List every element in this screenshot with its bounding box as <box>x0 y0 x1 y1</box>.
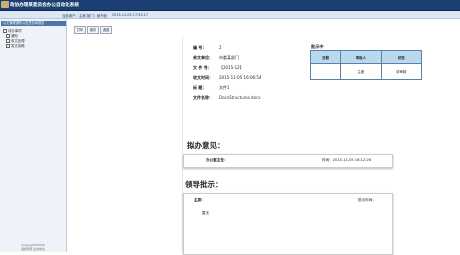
field-source-unit: 来文单位： 市委某部门 <box>193 55 239 61</box>
field-file-name: 文件名称： DocxStructures.docx <box>193 95 261 101</box>
table-row: 主席 待审核 <box>309 63 423 80</box>
cell-status: 待审核 <box>380 63 423 80</box>
field-label: 文件名称： <box>193 95 213 100</box>
leader-box: 主席： 批示时间： 暂无 <box>183 193 393 255</box>
opinion-time: 时间：2015-11-05 16:12:26 <box>322 158 371 162</box>
leader-hint: 批示时间： <box>358 198 376 202</box>
toolbar: 打印 保存 返回 <box>67 23 460 34</box>
back-button[interactable]: 返回 <box>100 26 112 34</box>
field-value: 2015-11-05 16:06:54 <box>219 75 262 80</box>
attachment-link[interactable]: DocxStructures.docx <box>219 95 261 100</box>
opinion-box: 办公室主任： 时间：2015-11-05 16:12:26 <box>183 154 393 168</box>
cell-approver: 主席 <box>340 63 382 80</box>
opinion-title: 拟办意见： <box>187 141 225 150</box>
emblem-icon <box>1 1 9 8</box>
field-subject: 标 题： 文件1 <box>193 85 230 91</box>
copyright-owner: 版权所有 主办单位 <box>21 247 45 251</box>
opinion-label: 办公室主任： <box>206 158 228 162</box>
sidebar: 公文管理通知公告签名和报告 待办事项 通知 收文处理 发文拟稿 Copyrigh… <box>0 19 67 252</box>
field-label: 收文时间： <box>193 75 213 80</box>
status-bar: 当前用户：主席 部门：秘书处 2015-11-05 17:33:17 <box>0 11 460 19</box>
col-status: 状态 <box>380 50 423 64</box>
print-button[interactable]: 打印 <box>74 26 86 34</box>
leader-label: 主席： <box>194 198 205 202</box>
user-info: 当前用户：主席 部门：秘书处 <box>62 13 108 18</box>
leader-title: 领导批示： <box>185 180 223 189</box>
main-content: 打印 保存 返回 编 号： 2 来文单位： 市委某部门 文 件 号： 【2015-12… <box>67 19 460 255</box>
page-icon <box>6 44 10 48</box>
field-value: 【2015-12】 <box>219 65 244 70</box>
title-bar: 政协办理某委员会办公自动化系统 <box>0 0 460 11</box>
current-date: 2015-11-05 17:33:17 <box>112 12 149 17</box>
col-date: 日期 <box>309 50 342 64</box>
field-label: 来文单位： <box>193 55 213 60</box>
app-title: 政协办理某委员会办公自动化系统 <box>10 3 79 8</box>
field-receive-time: 收文时间： 2015-11-05 16:06:54 <box>193 75 261 81</box>
approval-table: 日期 审批人 状态 主席 待审核 <box>309 50 423 80</box>
field-number: 编 号： 2 <box>193 45 222 51</box>
field-doc-number: 文 件 号： 【2015-12】 <box>193 65 244 71</box>
col-approver: 审批人 <box>340 50 382 64</box>
document-panel: 编 号： 2 来文单位： 市委某部门 文 件 号： 【2015-12】 收文时间： 20… <box>182 37 460 255</box>
sidebar-header[interactable]: 公文管理通知公告签名和报告 <box>1 21 66 26</box>
cell-date <box>309 63 342 80</box>
save-button[interactable]: 保存 <box>87 26 99 34</box>
sidebar-item-label: 发文拟稿 <box>11 44 25 48</box>
field-value: 2 <box>219 45 222 50</box>
field-label: 编 号： <box>193 45 207 50</box>
field-value: 市委某部门 <box>219 55 239 60</box>
leader-content: 暂无 <box>202 211 210 215</box>
sidebar-item-draft[interactable]: 发文拟稿 <box>6 43 25 48</box>
field-label: 文 件 号： <box>193 65 212 70</box>
field-value: 文件1 <box>219 85 230 90</box>
field-label: 标 题： <box>193 85 207 90</box>
